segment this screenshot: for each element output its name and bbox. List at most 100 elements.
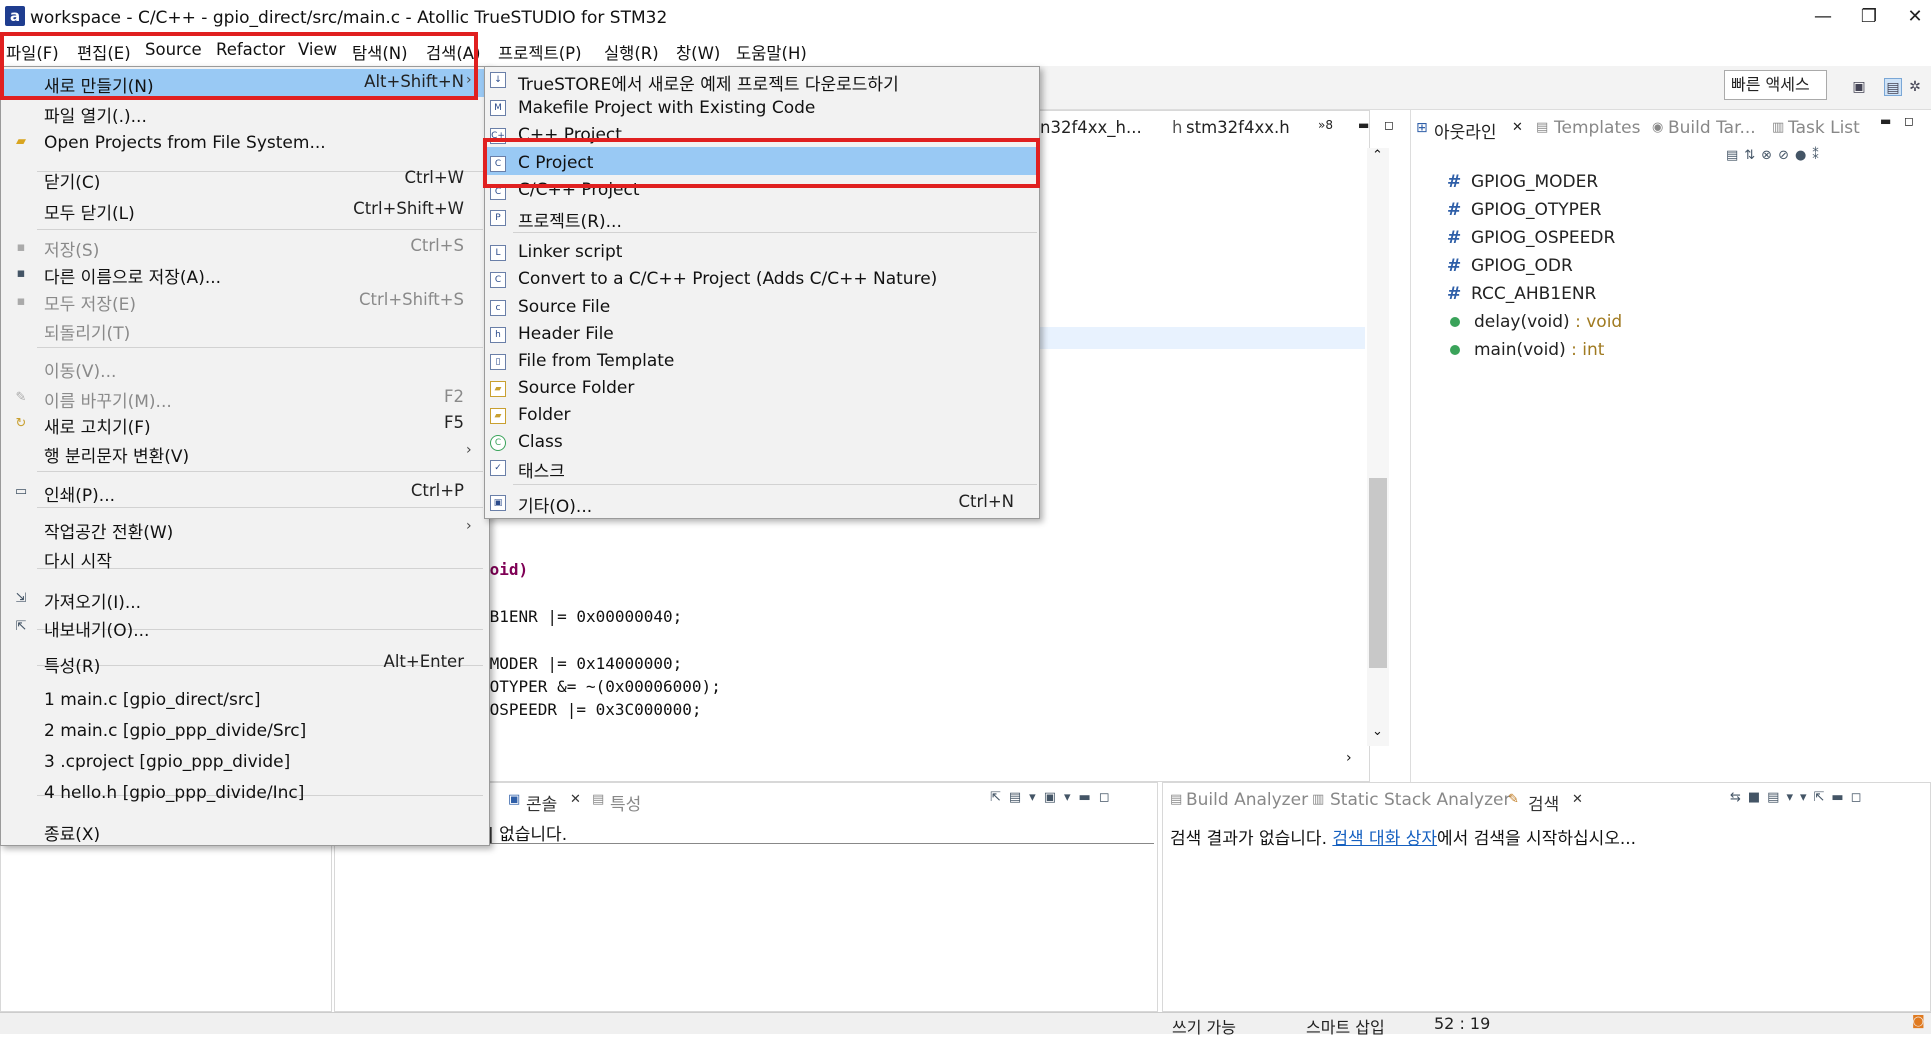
tab-static-stack-analyzer[interactable]: Static Stack Analyzer	[1330, 790, 1510, 810]
outline-icon: ⊞	[1416, 120, 1428, 136]
outline-item-gpiog-otyper[interactable]: # GPIOG_OTYPER	[1447, 200, 1601, 220]
menu-item-restart[interactable]: 다시 시작	[44, 547, 112, 572]
shortcut-close: Ctrl+W	[404, 168, 465, 187]
tab-build-analyzer[interactable]: Build Analyzer	[1186, 790, 1308, 810]
menu-run[interactable]: 실행(R)	[604, 40, 659, 64]
outline-item-main[interactable]: main(void) : int	[1447, 340, 1604, 360]
menu-item-open-file[interactable]: 파일 열기(.)...	[44, 102, 147, 127]
menu-item-rename[interactable]: 이름 바꾸기(M)...	[44, 387, 172, 412]
scroll-right-icon[interactable]: ›	[1346, 750, 1352, 766]
open-perspective-icon[interactable]: ▣	[1850, 78, 1868, 96]
submenu-item-makefile-project[interactable]: Makefile Project with Existing Code	[518, 98, 815, 118]
close-console-icon[interactable]: ✕	[570, 792, 581, 807]
submenu-item-other[interactable]: 기타(O)...	[518, 492, 592, 517]
menu-item-save[interactable]: 저장(S)	[44, 236, 99, 261]
menu-window[interactable]: 창(W)	[676, 40, 720, 64]
menu-item-switch-workspace[interactable]: 작업공간 전환(W)	[44, 518, 173, 543]
source-file-icon: c	[490, 300, 506, 316]
menu-item-save-as[interactable]: 다른 이름으로 저장(A)...	[44, 263, 221, 288]
menu-item-export[interactable]: 내보내기(O)...	[44, 616, 149, 641]
menu-item-convert-line-delimiters[interactable]: 행 분리문자 변환(V)	[44, 442, 189, 467]
submenu-item-project[interactable]: 프로젝트(R)...	[518, 207, 622, 232]
function-icon	[1450, 316, 1460, 327]
close-search-icon[interactable]: ✕	[1572, 792, 1583, 807]
templates-icon: ▤	[1536, 120, 1549, 135]
close-button[interactable]: ✕	[1892, 2, 1931, 32]
tab-stm32f4xx-hal[interactable]: n32f4xx_h...	[1040, 118, 1142, 137]
maximize-editor-icon[interactable]: ◻	[1384, 118, 1394, 132]
tab-build-targets[interactable]: Build Tar...	[1668, 118, 1756, 138]
menu-item-exit[interactable]: 종료(X)	[44, 820, 100, 845]
outline-item-gpiog-odr[interactable]: # GPIOG_ODR	[1447, 256, 1573, 276]
tab-outline[interactable]: 아웃라인	[1434, 118, 1497, 143]
menu-item-move[interactable]: 이동(V)...	[44, 357, 116, 382]
menu-item-properties[interactable]: 특성(R)	[44, 652, 100, 677]
menu-item-revert[interactable]: 되돌리기(T)	[44, 319, 130, 344]
minimize-outline-icon[interactable]: ▬	[1880, 114, 1891, 128]
search-toolbar-icons[interactable]: ⇆■▤▾▾⇱▬◻	[1730, 790, 1868, 805]
outline-toolbar-icons[interactable]: ▤⇅⊗⊘●⁑	[1726, 148, 1825, 163]
status-cursor-position: 52 : 19	[1434, 1014, 1491, 1033]
menu-separator	[513, 484, 1037, 485]
status-writable: 쓰기 가능	[1172, 1018, 1236, 1037]
debug-perspective-icon[interactable]: ✲	[1906, 78, 1924, 96]
menu-project[interactable]: 프로젝트(P)	[498, 40, 582, 64]
folder-icon: ▰	[16, 134, 26, 149]
console-toolbar-icons[interactable]: ⇱▤▾▣▾▬◻	[990, 790, 1118, 805]
submenu-arrow-icon: ›	[466, 518, 472, 534]
makefile-project-icon: M	[490, 100, 506, 116]
menu-item-recent-1[interactable]: 1 main.c [gpio_direct/src]	[44, 690, 260, 710]
tab-console[interactable]: 콘솔	[526, 790, 557, 815]
restore-button[interactable]: ❐	[1846, 2, 1892, 32]
menu-item-import[interactable]: 가져오기(I)...	[44, 588, 141, 613]
submenu-item-folder[interactable]: Folder	[518, 405, 571, 425]
tab-properties[interactable]: 특성	[610, 790, 641, 815]
menu-item-recent-4[interactable]: 4 hello.h [gpio_ppp_divide/Inc]	[44, 783, 304, 803]
window-title: workspace - C/C++ - gpio_direct/src/main…	[30, 8, 668, 28]
tab-search[interactable]: 검색	[1528, 790, 1559, 815]
scrollbar-thumb[interactable]	[1369, 478, 1387, 668]
close-outline-icon[interactable]: ✕	[1512, 120, 1523, 135]
outline-item-rcc-ahb1enr[interactable]: # RCC_AHB1ENR	[1447, 284, 1596, 304]
submenu-item-convert[interactable]: Convert to a C/C++ Project (Adds C/C++ N…	[518, 269, 937, 289]
submenu-item-truestore[interactable]: TrueSTORE에서 새로운 예제 프로젝트 다운로드하기	[518, 70, 899, 95]
shortcut-other: Ctrl+N	[958, 492, 1014, 511]
outline-item-delay[interactable]: delay(void) : void	[1447, 312, 1622, 332]
submenu-item-file-from-template[interactable]: File from Template	[518, 351, 674, 371]
tab-overflow-button[interactable]: »8	[1318, 118, 1333, 132]
search-dialog-link[interactable]: 검색 대화 상자	[1332, 829, 1437, 849]
menu-item-close-all[interactable]: 모두 닫기(L)	[44, 199, 135, 224]
menu-item-recent-3[interactable]: 3 .cproject [gpio_ppp_divide]	[44, 752, 290, 772]
menu-item-save-all[interactable]: 모두 저장(E)	[44, 290, 136, 315]
tab-stm32f4xx-h[interactable]: stm32f4xx.h	[1186, 118, 1290, 137]
tab-task-list[interactable]: Task List	[1788, 118, 1860, 138]
macro-icon: #	[1447, 228, 1462, 248]
header-file-icon: h	[1172, 118, 1183, 137]
rss-feed-icon[interactable]: ◙	[1912, 1014, 1925, 1029]
submenu-item-source-folder[interactable]: Source Folder	[518, 378, 634, 398]
submenu-item-class[interactable]: Class	[518, 432, 563, 452]
menu-item-close[interactable]: 닫기(C)	[44, 168, 100, 193]
menu-item-print[interactable]: 인쇄(P)...	[44, 481, 115, 506]
menu-item-open-projects[interactable]: Open Projects from File System...	[44, 133, 326, 153]
minimize-editor-icon[interactable]: ▬	[1358, 118, 1369, 132]
cpp-perspective-icon[interactable]: ▤	[1884, 78, 1902, 96]
menu-help[interactable]: 도움말(H)	[736, 40, 807, 64]
minimize-button[interactable]: —	[1800, 2, 1846, 32]
editor-vertical-scrollbar[interactable]	[1367, 148, 1389, 746]
outline-item-gpiog-moder[interactable]: # GPIOG_MODER	[1447, 172, 1598, 192]
submenu-item-source-file[interactable]: Source File	[518, 297, 610, 317]
quick-access-input[interactable]: 빠른 액세스	[1724, 70, 1827, 100]
scroll-up-icon[interactable]: ⌃	[1372, 148, 1383, 163]
shortcut-properties: Alt+Enter	[383, 652, 464, 671]
submenu-item-task[interactable]: 태스크	[518, 457, 565, 482]
save-icon: ▪	[16, 240, 26, 255]
scroll-down-icon[interactable]: ⌄	[1372, 724, 1383, 739]
tab-templates[interactable]: Templates	[1554, 118, 1640, 138]
submenu-item-header-file[interactable]: Header File	[518, 324, 614, 344]
menu-item-recent-2[interactable]: 2 main.c [gpio_ppp_divide/Src]	[44, 721, 306, 741]
maximize-outline-icon[interactable]: ◻	[1904, 114, 1914, 128]
outline-item-gpiog-ospeedr[interactable]: # GPIOG_OSPEEDR	[1447, 228, 1615, 248]
menu-item-refresh[interactable]: 새로 고치기(F)	[44, 413, 151, 438]
submenu-item-linker-script[interactable]: Linker script	[518, 242, 622, 262]
